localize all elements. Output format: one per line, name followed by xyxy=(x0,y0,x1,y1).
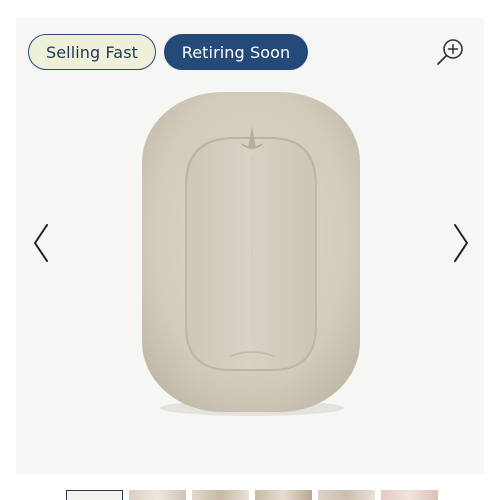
product-gallery-page: Selling Fast Retiring Soon xyxy=(0,0,500,500)
thumbnail-6[interactable] xyxy=(381,490,438,500)
thumbnail-1[interactable] xyxy=(66,490,123,500)
chevron-left-icon xyxy=(34,224,48,262)
previous-image-button[interactable] xyxy=(30,222,54,264)
top-strip xyxy=(0,0,500,18)
chevron-right-icon xyxy=(454,224,468,262)
product-image xyxy=(130,86,370,422)
selling-fast-badge: Selling Fast xyxy=(28,34,156,70)
retiring-soon-badge: Retiring Soon xyxy=(164,34,308,70)
thumbnail-strip xyxy=(66,490,438,500)
thumbnail-2[interactable] xyxy=(129,490,186,500)
next-image-button[interactable] xyxy=(448,222,472,264)
thumbnail-4[interactable] xyxy=(255,490,312,500)
thumbnail-5[interactable] xyxy=(318,490,375,500)
zoom-in-icon[interactable] xyxy=(434,36,466,68)
thumbnail-3[interactable] xyxy=(192,490,249,500)
